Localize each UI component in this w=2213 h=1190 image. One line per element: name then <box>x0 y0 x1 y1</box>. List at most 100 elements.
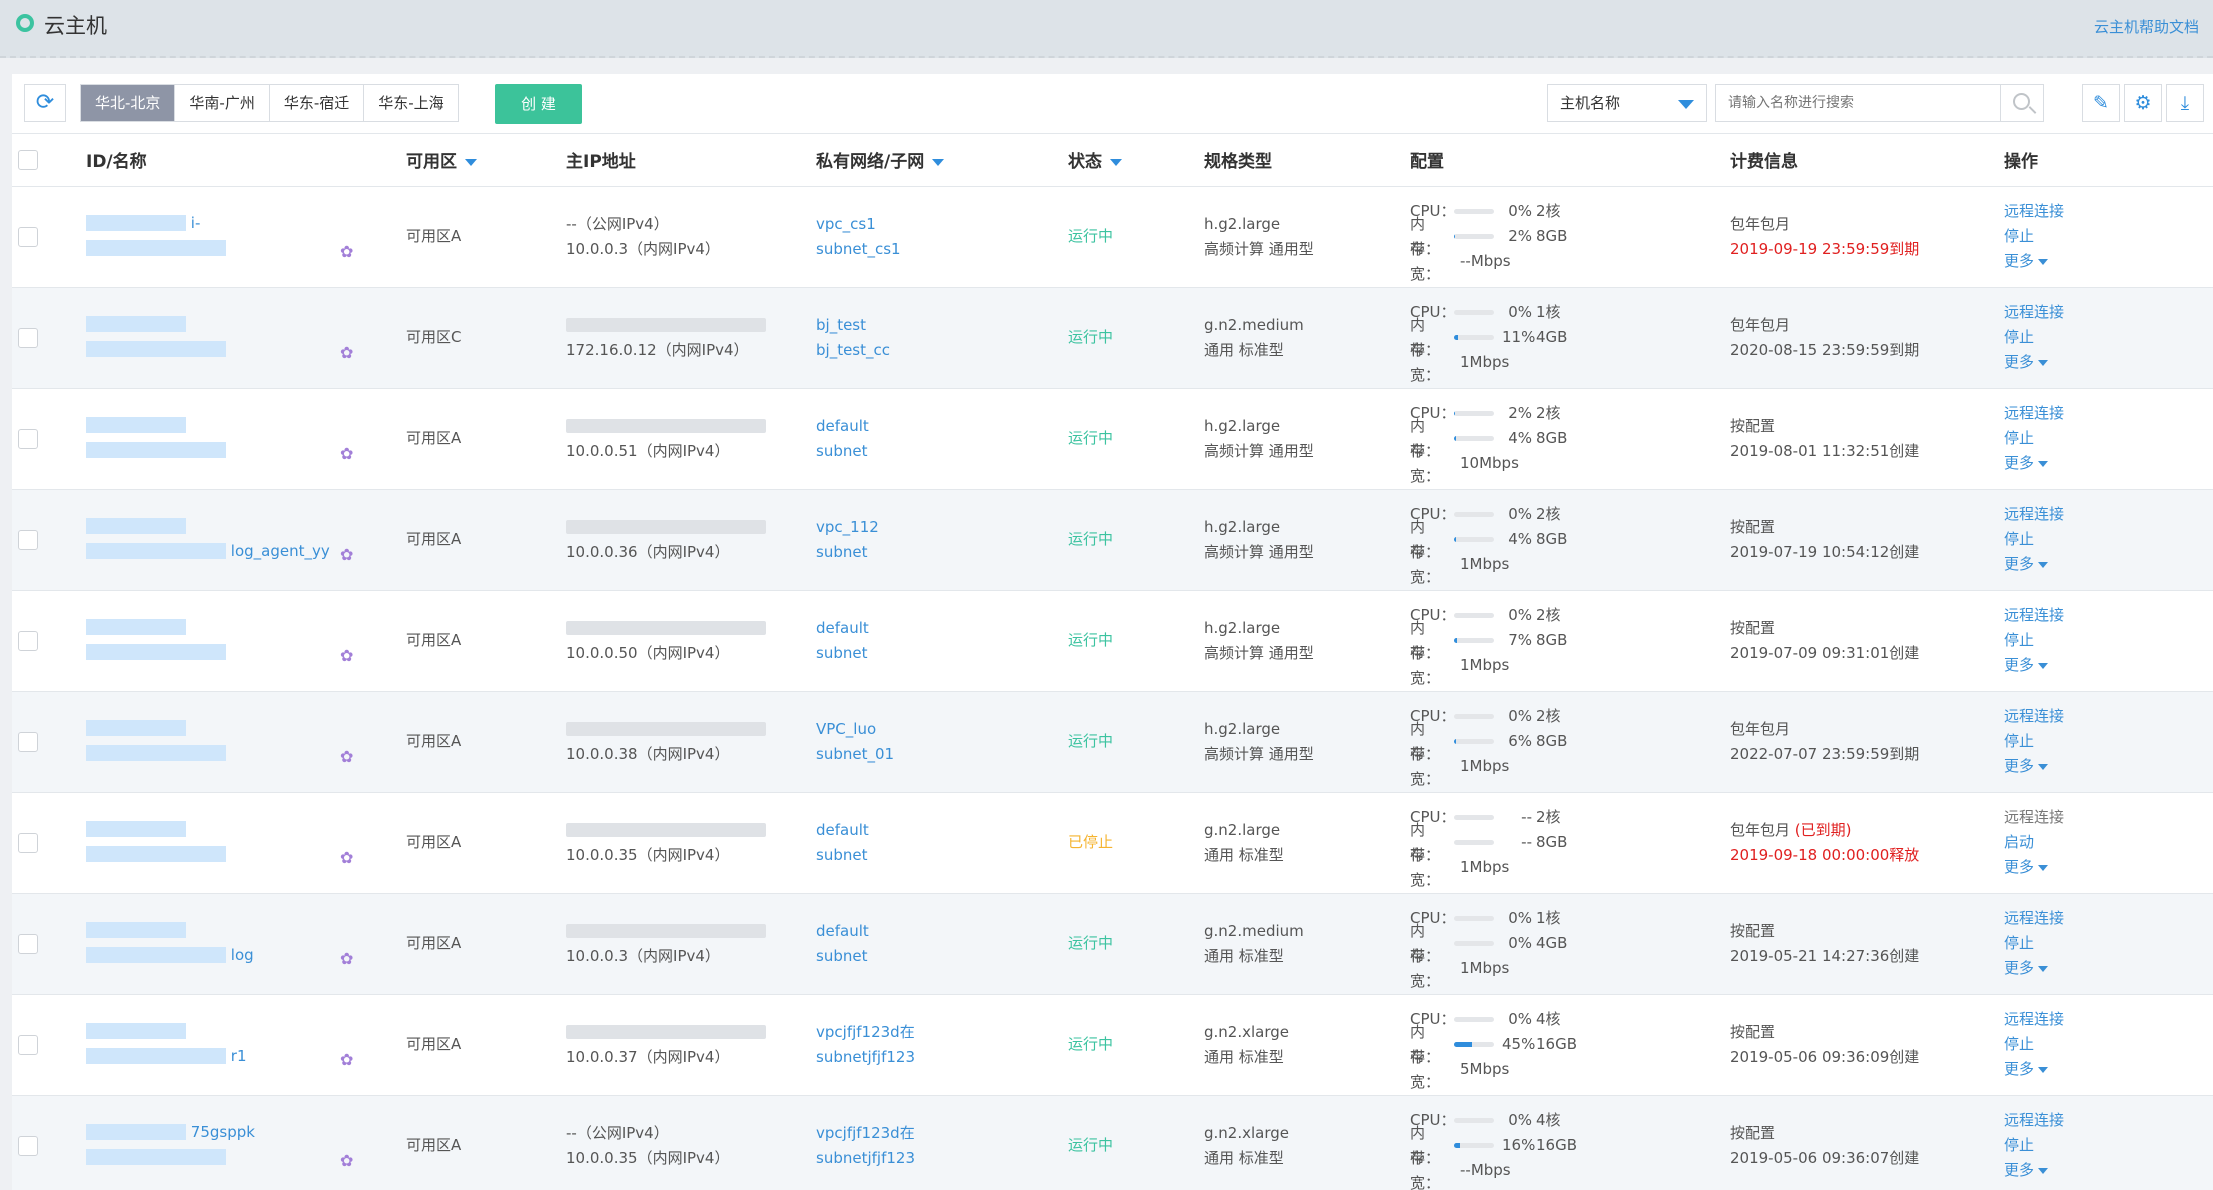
more-dropdown[interactable]: 更多 <box>2004 855 2213 880</box>
remote-connect-link[interactable]: 远程连接 <box>2004 704 2213 729</box>
status-ring-icon <box>16 14 34 32</box>
remote-connect-link[interactable]: 远程连接 <box>2004 502 2213 527</box>
row-checkbox[interactable] <box>18 1034 38 1055</box>
power-action-link[interactable]: 停止 <box>2004 729 2213 754</box>
more-dropdown[interactable]: 更多 <box>2004 451 2213 476</box>
search-icon[interactable] <box>2000 84 2044 122</box>
col-status[interactable]: 状态 <box>1068 134 1204 187</box>
more-dropdown[interactable]: 更多 <box>2004 350 2213 375</box>
settings-icon[interactable]: ⚙ <box>2124 84 2162 122</box>
remote-connect-link[interactable]: 远程连接 <box>2004 805 2213 830</box>
subnet-link[interactable]: subnetjfjf123 <box>816 1045 1068 1070</box>
subnet-link[interactable]: subnetjfjf123 <box>816 1146 1068 1171</box>
remote-connect-link[interactable]: 远程连接 <box>2004 603 2213 628</box>
vpc-link[interactable]: vpc_112 <box>816 515 1068 540</box>
subnet-link[interactable]: subnet_cs1 <box>816 237 1068 262</box>
vpc-link[interactable]: vpcjfjf123d在 <box>816 1020 1068 1045</box>
vpc-link[interactable]: bj_test <box>816 313 1068 338</box>
vpc-link[interactable]: vpc_cs1 <box>816 212 1068 237</box>
filter-caret-icon[interactable] <box>465 158 477 166</box>
help-doc-link[interactable]: 云主机帮助文档 <box>2094 16 2199 37</box>
col-zone[interactable]: 可用区 <box>406 134 566 187</box>
col-billing: 计费信息 <box>1730 134 2004 187</box>
refresh-icon[interactable]: ⟳ <box>24 84 66 122</box>
instance-id-cell: ✿ <box>86 389 406 489</box>
vpc-link[interactable]: VPC_luo <box>816 717 1068 742</box>
remote-connect-link[interactable]: 远程连接 <box>2004 401 2213 426</box>
subnet-link[interactable]: subnet <box>816 944 1068 969</box>
power-action-link[interactable]: 停止 <box>2004 426 2213 451</box>
private-ip: 10.0.0.50（内网IPv4） <box>566 643 730 662</box>
create-button[interactable]: 创 建 <box>495 84 582 124</box>
row-checkbox[interactable] <box>18 630 38 651</box>
subnet-link[interactable]: subnet <box>816 843 1068 868</box>
expired-tag: (已到期) <box>1794 820 1852 839</box>
vpc-link[interactable]: default <box>816 414 1068 439</box>
more-dropdown[interactable]: 更多 <box>2004 956 2213 981</box>
search-input[interactable] <box>1715 84 2001 122</box>
subnet-link[interactable]: subnet <box>816 540 1068 565</box>
row-checkbox[interactable] <box>18 428 38 449</box>
vpc-link[interactable]: default <box>816 919 1068 944</box>
region-tab-shanghai[interactable]: 华东-上海 <box>364 85 458 121</box>
spec-desc: 高频计算 通用型 <box>1204 744 1314 763</box>
power-action-link[interactable]: 停止 <box>2004 224 2213 249</box>
more-dropdown[interactable]: 更多 <box>2004 249 2213 274</box>
billing-date: 2020-08-15 23:59:59到期 <box>1730 340 1920 359</box>
power-action-link[interactable]: 停止 <box>2004 325 2213 350</box>
instance-name[interactable]: log_agent_yy <box>231 542 330 560</box>
status-badge: 运行中 <box>1068 994 1204 1096</box>
billing-date: 2019-08-01 11:32:51创建 <box>1730 441 1920 460</box>
region-tab-guangzhou[interactable]: 华南-广州 <box>175 85 270 121</box>
vpc-link[interactable]: default <box>816 616 1068 641</box>
edit-icon[interactable]: ✎ <box>2082 84 2120 122</box>
row-checkbox[interactable] <box>18 226 38 247</box>
region-tab-beijing[interactable]: 华北-北京 <box>81 85 176 121</box>
row-checkbox[interactable] <box>18 1135 38 1156</box>
vpc-link[interactable]: default <box>816 818 1068 843</box>
more-dropdown[interactable]: 更多 <box>2004 754 2213 779</box>
filter-caret-icon[interactable] <box>932 158 945 166</box>
filter-field-select[interactable]: 主机名称 <box>1547 84 1707 122</box>
more-dropdown[interactable]: 更多 <box>2004 552 2213 577</box>
actions-cell: 远程连接 停止 更多 <box>2004 994 2213 1096</box>
remote-connect-link[interactable]: 远程连接 <box>2004 300 2213 325</box>
subnet-link[interactable]: subnet <box>816 641 1068 666</box>
subnet-link[interactable]: subnet_01 <box>816 742 1068 767</box>
row-checkbox[interactable] <box>18 327 38 348</box>
remote-connect-link[interactable]: 远程连接 <box>2004 906 2213 931</box>
col-network[interactable]: 私有网络/子网 <box>816 134 1068 187</box>
power-action-link[interactable]: 停止 <box>2004 931 2213 956</box>
power-action-link[interactable]: 停止 <box>2004 1133 2213 1158</box>
more-dropdown[interactable]: 更多 <box>2004 653 2213 678</box>
instance-id[interactable]: i- <box>191 214 201 232</box>
row-checkbox[interactable] <box>18 529 38 550</box>
instance-name[interactable]: r1 <box>231 1047 247 1065</box>
remote-connect-link[interactable]: 远程连接 <box>2004 199 2213 224</box>
download-icon[interactable]: ⤓ <box>2166 84 2204 122</box>
instance-id[interactable]: 75gsppk <box>191 1123 255 1141</box>
row-checkbox[interactable] <box>18 933 38 954</box>
spec-type: h.g2.large <box>1204 618 1281 637</box>
vpc-link[interactable]: vpcjfjf123d在 <box>816 1121 1068 1146</box>
more-dropdown[interactable]: 更多 <box>2004 1158 2213 1183</box>
subnet-link[interactable]: bj_test_cc <box>816 338 1068 363</box>
bandwidth-metric: 带宽： --Mbps <box>1410 1148 1511 1190</box>
status-badge: 运行中 <box>1068 893 1204 995</box>
select-all-checkbox[interactable] <box>18 149 38 170</box>
mem-metric: 内存： 0% 4GB <box>1410 921 1568 965</box>
power-action-link[interactable]: 停止 <box>2004 628 2213 653</box>
subnet-link[interactable]: subnet <box>816 439 1068 464</box>
instance-name[interactable]: log <box>231 946 254 964</box>
remote-connect-link[interactable]: 远程连接 <box>2004 1108 2213 1133</box>
row-checkbox[interactable] <box>18 731 38 752</box>
table-row: r1 ✿ 可用区A 10.0.0.37（内网IPv4） vpcjfjf123d在 subn… <box>12 994 2213 1096</box>
region-tab-suqian[interactable]: 华东-宿迁 <box>269 85 365 121</box>
power-action-link[interactable]: 停止 <box>2004 527 2213 552</box>
power-action-link[interactable]: 启动 <box>2004 830 2213 855</box>
row-checkbox[interactable] <box>18 832 38 853</box>
more-dropdown[interactable]: 更多 <box>2004 1057 2213 1082</box>
power-action-link[interactable]: 停止 <box>2004 1032 2213 1057</box>
filter-caret-icon[interactable] <box>1110 158 1122 166</box>
remote-connect-link[interactable]: 远程连接 <box>2004 1007 2213 1032</box>
